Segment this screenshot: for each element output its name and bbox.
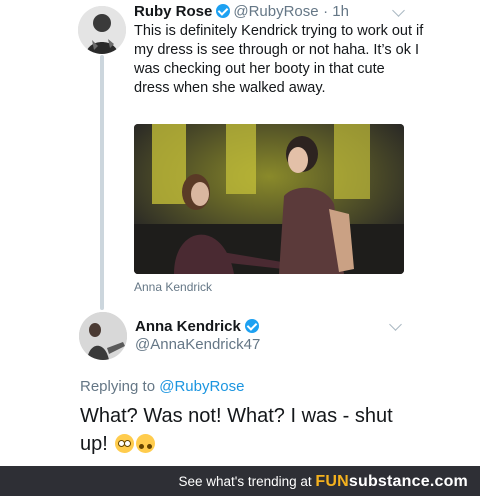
footer-brand-logo[interactable]: FUNsubstance.com [315,473,468,490]
tweet2-text-block: What? Was not! What? I was - shut up! [80,402,410,458]
brand-part-fun: FUN [315,473,349,490]
verified-badge-icon [216,4,231,18]
photo-caption[interactable]: Anna Kendrick [134,280,212,294]
footer-text-block: See what's trending at FUNsubstance.com [178,473,468,491]
footer-trending-text: See what's trending at [178,474,312,489]
tweet1-photo[interactable] [134,124,404,274]
brand-part-substance: substance [348,473,430,490]
tweet1-header: Ruby Rose @RubyRose · 1h [134,3,349,21]
tweet1-timestamp[interactable]: · 1h [323,3,349,20]
verified-badge-icon [244,319,259,333]
tweet2-handle[interactable]: @AnnaKendrick47 [135,336,260,353]
tweet1-text: This is definitely Kendrick trying to wo… [134,23,424,96]
upside-down-face-emoji-icon [136,434,156,453]
tweet1-display-name[interactable]: Ruby Rose [134,3,212,20]
anna-kendrick-avatar[interactable] [79,312,127,360]
brand-part-domain: .com [429,473,468,490]
chevron-down-icon[interactable] [392,4,405,17]
flushed-face-emoji-icon [115,434,135,453]
tweet1-handle[interactable]: @RubyRose [233,3,318,20]
replying-to-line: Replying to @RubyRose [80,378,244,395]
chevron-down-icon[interactable] [389,318,402,331]
tweet2-header: Anna Kendrick [135,318,262,336]
replying-prefix: Replying to [80,378,156,395]
thread-connector-line [100,55,104,310]
tweet2-display-name[interactable]: Anna Kendrick [135,318,241,335]
ruby-rose-avatar[interactable] [78,6,126,54]
replying-to-mention[interactable]: @RubyRose [159,378,244,395]
footer-banner: See what's trending at FUNsubstance.com [0,466,480,496]
